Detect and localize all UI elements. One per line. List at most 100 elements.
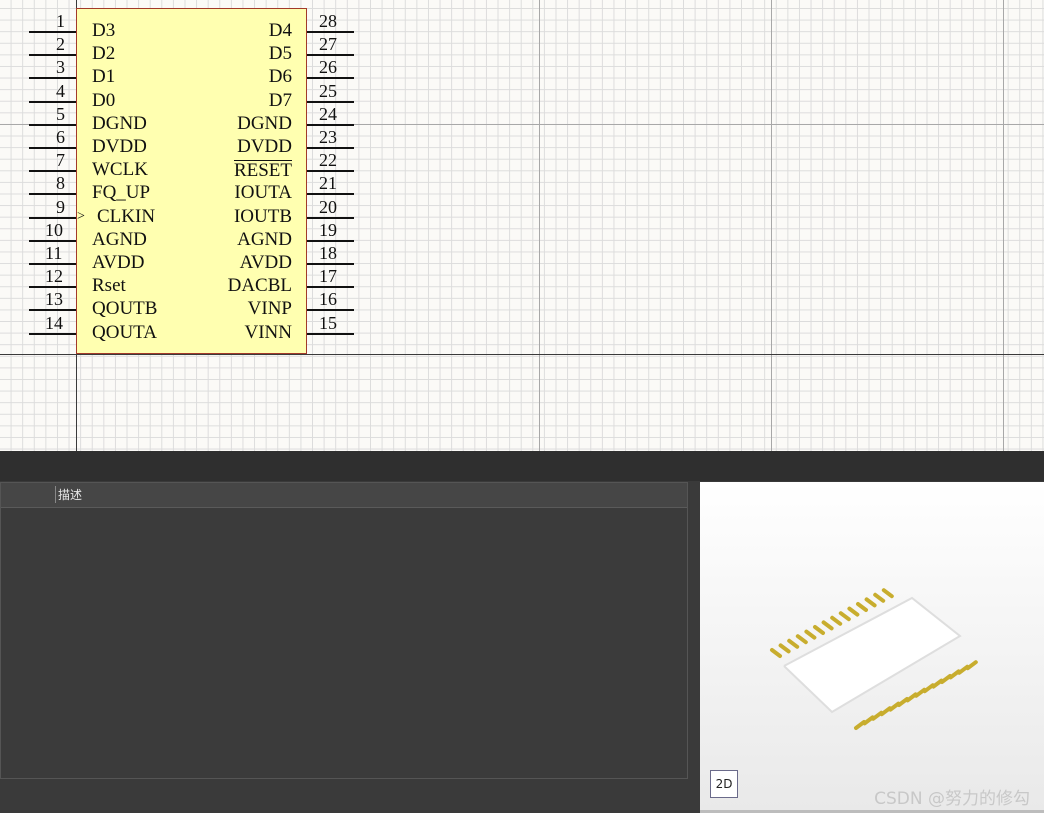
properties-header-row: 描述 [1,483,687,508]
pin-name-right: D6 [268,66,292,88]
schematic-canvas[interactable]: 1 D3 2 D2 3 D1 4 D0 5 DGND 6 DVDD 7 WCLK 8 FQ_UP 9 CLKIN >… [0,0,1044,451]
pad [830,615,843,626]
pin-number-right: 19 [319,219,337,240]
pin-name-right: RESET [233,160,292,182]
watermark-text: CSDN @努力的修勾 [874,789,1030,809]
pin-line-right[interactable] [307,216,354,219]
pin-line-left[interactable] [29,77,76,80]
pin-number-left: 3 [56,57,65,78]
pin-name-right: AVDD [239,252,292,273]
pad [856,602,868,612]
pad [821,620,834,631]
pin-line-right[interactable] [307,193,354,196]
pin-line-left[interactable] [29,332,76,335]
pin-name-left: FQ_UP [92,182,151,204]
pad [787,638,800,649]
pin-name-right: DACBL [227,275,292,297]
pin-number-left: 11 [45,243,63,263]
pin-line-left[interactable] [29,54,76,57]
pin-line-right[interactable] [307,309,354,312]
pin-line-right[interactable] [307,239,354,242]
pin-number-right: 28 [319,11,337,31]
pin-line-left[interactable] [29,309,76,312]
pin-name-left: D0 [92,89,116,111]
pin-number-left: 2 [56,34,65,55]
pad [847,606,860,617]
pin-line-left[interactable] [29,193,76,196]
pin-number-left: 6 [56,127,65,147]
pin-number-right: 22 [319,150,337,171]
pin-line-right[interactable] [307,147,354,149]
pad [881,588,894,599]
pin-name-right: IOUTA [234,182,292,204]
pin-line-left[interactable] [29,170,76,173]
pin-number-left: 7 [56,150,65,171]
pin-line-right[interactable] [307,31,354,33]
pin-name-right: IOUTB [233,205,292,227]
pin-name-left: D2 [92,43,116,65]
pad [864,597,877,608]
pad [770,648,782,658]
pin-number-right: 21 [319,173,337,194]
pin-name-left: QOUTB [92,298,158,320]
pin-number-right: 25 [319,80,337,101]
pin-number-left: 12 [45,266,63,287]
pin-name-right: D5 [268,43,292,65]
pin-line-left[interactable] [29,263,76,265]
pin-name-right: D7 [268,89,292,111]
pin-name-left: Rset [92,275,126,297]
panel-divider-bar [0,451,1044,481]
pin-number-right: 24 [319,103,337,124]
pin-name-right: DGND [237,112,292,134]
description-column-header[interactable]: 描述 [55,486,82,503]
pin-line-left[interactable] [29,100,76,103]
pin-number-right: 23 [319,127,337,147]
properties-panel: 描述 [0,482,688,779]
pin-number-left: 1 [56,11,65,31]
pin-line-right[interactable] [307,170,354,173]
clock-input-icon: > [77,208,85,224]
pad [873,592,886,603]
pin-name-left: CLKIN [97,205,156,227]
pin-number-left: 8 [56,173,65,194]
pin-line-right[interactable] [307,77,354,80]
pin-number-right: 20 [319,196,337,217]
pin-line-right[interactable] [307,332,354,335]
pin-line-left[interactable] [29,286,76,289]
pin-name-right: DVDD [237,136,292,157]
pin-name-left: WCLK [92,159,148,181]
pin-line-right[interactable] [307,100,354,103]
pin-line-right[interactable] [307,286,354,289]
pin-name-left: AVDD [92,252,145,273]
pad [813,625,825,635]
grid-major-line [1003,0,1004,451]
pin-number-left: 10 [45,219,63,240]
pin-line-left[interactable] [29,123,76,126]
pin-number-left: 5 [56,103,65,124]
pin-line-left[interactable] [29,147,76,149]
pin-line-left[interactable] [29,31,76,33]
origin-axis-horizontal [0,354,1044,355]
pad [778,643,791,654]
pin-name-right: D4 [268,20,292,41]
pin-name-left: DVDD [92,136,147,157]
pin-line-right[interactable] [307,54,354,57]
pin-number-right: 16 [319,289,337,310]
pin-number-right: 18 [319,243,337,263]
pin-line-left[interactable] [29,216,76,219]
pin-number-right: 17 [319,266,337,287]
pin-line-right[interactable] [307,123,354,126]
pin-line-right[interactable] [307,263,354,265]
pin-name-right: AGND [237,228,292,250]
pin-line-left[interactable] [29,239,76,242]
pin-number-right: 26 [319,57,337,78]
pin-number-left: 4 [56,80,65,101]
view-2d-button[interactable]: 2D [710,770,738,798]
3d-preview-panel[interactable]: 2D CSDN @努力的修勾 [700,482,1044,813]
pin-number-left: 9 [56,196,65,217]
pin-name-left: D1 [92,66,116,88]
pin-number-left: 13 [45,289,63,310]
pin-name-right: VINP [247,298,292,320]
pad [795,634,808,645]
grid-major-line [539,0,540,451]
